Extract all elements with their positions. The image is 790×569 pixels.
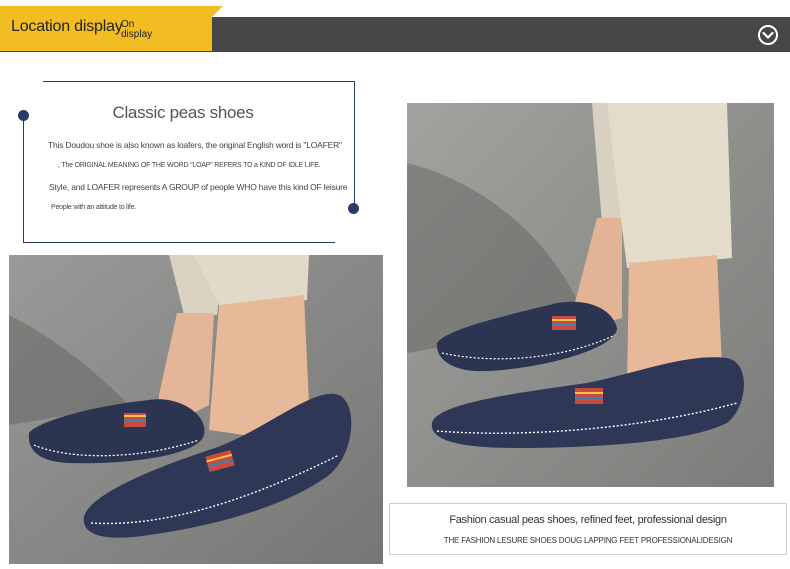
header-tab-notch bbox=[212, 6, 223, 17]
frame-dot-left bbox=[18, 110, 29, 121]
caption-line-1: Fashion casual peas shoes, refined feet,… bbox=[449, 514, 727, 526]
product-photo-right bbox=[407, 103, 774, 487]
frame-dot-right bbox=[348, 203, 359, 214]
intro-line-1: This Doudou shoe is also known as loafer… bbox=[48, 140, 342, 150]
intro-line-3: Style, and LOAFER represents A GROUP of … bbox=[49, 182, 348, 192]
header-subtitle-line2: display bbox=[121, 29, 153, 40]
frame-line-top bbox=[43, 81, 355, 82]
frame-line-left bbox=[23, 116, 24, 243]
intro-title: Classic peas shoes bbox=[112, 103, 254, 122]
caption-line-2: THE FASHION LESURE SHOES DOUG LAPPING FE… bbox=[443, 536, 733, 545]
frame-line-bottom bbox=[23, 242, 335, 243]
intro-line-2: , The ORIGINAL MEANING OF THE WORD "LOAP… bbox=[58, 162, 321, 169]
header-title: Location display bbox=[11, 18, 123, 35]
chevron-down-circle-icon[interactable] bbox=[757, 24, 779, 46]
frame-line-right bbox=[354, 81, 355, 207]
caption-box: Fashion casual peas shoes, refined feet,… bbox=[389, 503, 787, 555]
intro-line-4: People with an attitude to life. bbox=[51, 204, 137, 211]
header-subtitle: On display bbox=[121, 20, 171, 40]
product-photo-left bbox=[9, 255, 383, 564]
